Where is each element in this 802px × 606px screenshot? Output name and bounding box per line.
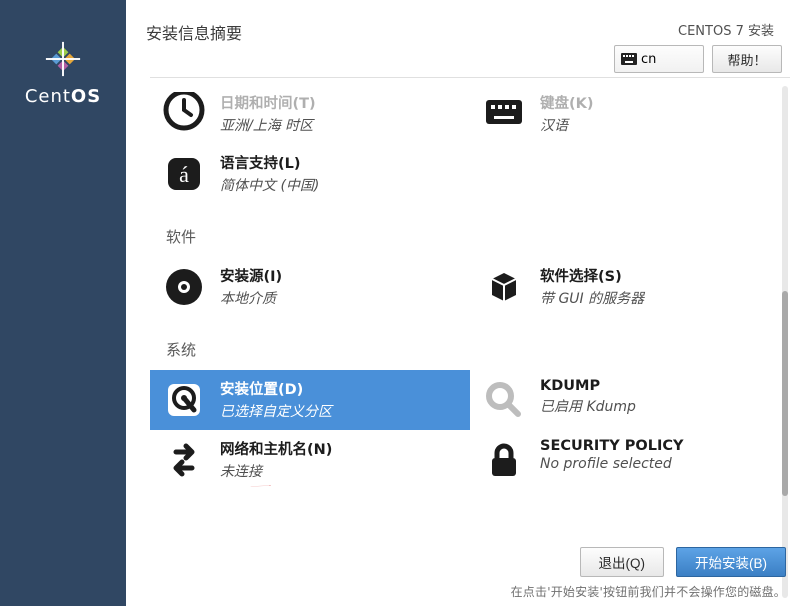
spoke-network-sub: 未连接 — [220, 461, 332, 481]
spoke-install-destination-sub: 已选择自定义分区 — [220, 401, 332, 421]
package-icon — [482, 265, 526, 309]
content: 日期和时间(T) 亚洲/上海 时区 键盘(K) 汉语 — [126, 77, 802, 606]
section-system-label: 系统 — [166, 339, 790, 360]
spoke-network-title: 网络和主机名(N) — [220, 438, 332, 459]
spoke-security-sub: No profile selected — [540, 456, 684, 472]
spoke-language-sub: 简体中文 (中国) — [220, 175, 319, 195]
scroll-thumb[interactable] — [782, 291, 788, 496]
centos-logo-icon — [44, 40, 82, 78]
spoke-install-source-title: 安装源(I) — [220, 265, 282, 286]
language-icon: á — [162, 152, 206, 196]
quit-button[interactable]: 退出(Q) — [580, 547, 665, 577]
spoke-install-source[interactable]: 安装源(I) 本地介质 — [150, 257, 470, 317]
spoke-software-selection[interactable]: 软件选择(S) 带 GUI 的服务器 — [470, 257, 790, 317]
spoke-network[interactable]: 网络和主机名(N) 未连接 — [150, 430, 470, 490]
disc-icon — [162, 265, 206, 309]
keyboard-indicator-label: cn — [641, 52, 656, 67]
spoke-software-selection-sub: 带 GUI 的服务器 — [540, 288, 644, 308]
spoke-language-title: 语言支持(L) — [220, 152, 319, 173]
section-software-label: 软件 — [166, 226, 790, 247]
keyboard-indicator[interactable]: cn — [614, 45, 704, 73]
svg-text:á: á — [179, 162, 189, 187]
spoke-keyboard[interactable]: 键盘(K) 汉语 — [470, 84, 790, 144]
install-label: CENTOS 7 安装 — [614, 20, 782, 39]
clock-icon — [162, 92, 206, 136]
spoke-software-selection-title: 软件选择(S) — [540, 265, 644, 286]
page-title: 安装信息摘要 — [146, 20, 242, 44]
footer-hint: 在点击'开始安装'按钮前我们并不会操作您的磁盘。 — [511, 583, 786, 600]
help-button[interactable]: 帮助！ — [712, 45, 782, 73]
network-icon — [162, 438, 206, 482]
keyboard-layout-icon — [482, 92, 526, 136]
spoke-kdump-title: KDUMP — [540, 378, 636, 394]
spoke-language[interactable]: á 语言支持(L) 简体中文 (中国) — [150, 144, 470, 204]
spoke-security-title: SECURITY POLICY — [540, 438, 684, 454]
topbar: 安装信息摘要 CENTOS 7 安装 cn 帮助！ — [126, 0, 802, 77]
harddisk-icon — [162, 378, 206, 422]
spoke-install-destination[interactable]: 安装位置(D) 已选择自定义分区 — [150, 370, 470, 430]
begin-install-button[interactable]: 开始安装(B) — [676, 547, 786, 577]
scrollbar[interactable] — [782, 86, 788, 598]
lock-icon — [482, 438, 526, 482]
main-panel: 安装信息摘要 CENTOS 7 安装 cn 帮助！ — [126, 0, 802, 606]
magnifier-icon — [482, 378, 526, 422]
spoke-datetime-sub: 亚洲/上海 时区 — [220, 115, 316, 135]
spoke-security[interactable]: SECURITY POLICY No profile selected — [470, 430, 790, 490]
footer: 退出(Q) 开始安装(B) 在点击'开始安装'按钮前我们并不会操作您的磁盘。 — [126, 537, 802, 606]
spoke-install-source-sub: 本地介质 — [220, 288, 282, 308]
keyboard-icon — [621, 53, 637, 65]
spoke-keyboard-sub: 汉语 — [540, 115, 594, 135]
sidebar: CentOS — [0, 0, 126, 606]
spoke-datetime[interactable]: 日期和时间(T) 亚洲/上海 时区 — [150, 84, 470, 144]
spoke-kdump-sub: 已启用 Kdump — [540, 396, 636, 416]
spoke-install-destination-title: 安装位置(D) — [220, 378, 332, 399]
brand-text: CentOS — [25, 86, 101, 107]
spoke-datetime-title: 日期和时间(T) — [220, 92, 316, 113]
spoke-keyboard-title: 键盘(K) — [540, 92, 594, 113]
spoke-kdump[interactable]: KDUMP 已启用 Kdump — [470, 370, 790, 430]
